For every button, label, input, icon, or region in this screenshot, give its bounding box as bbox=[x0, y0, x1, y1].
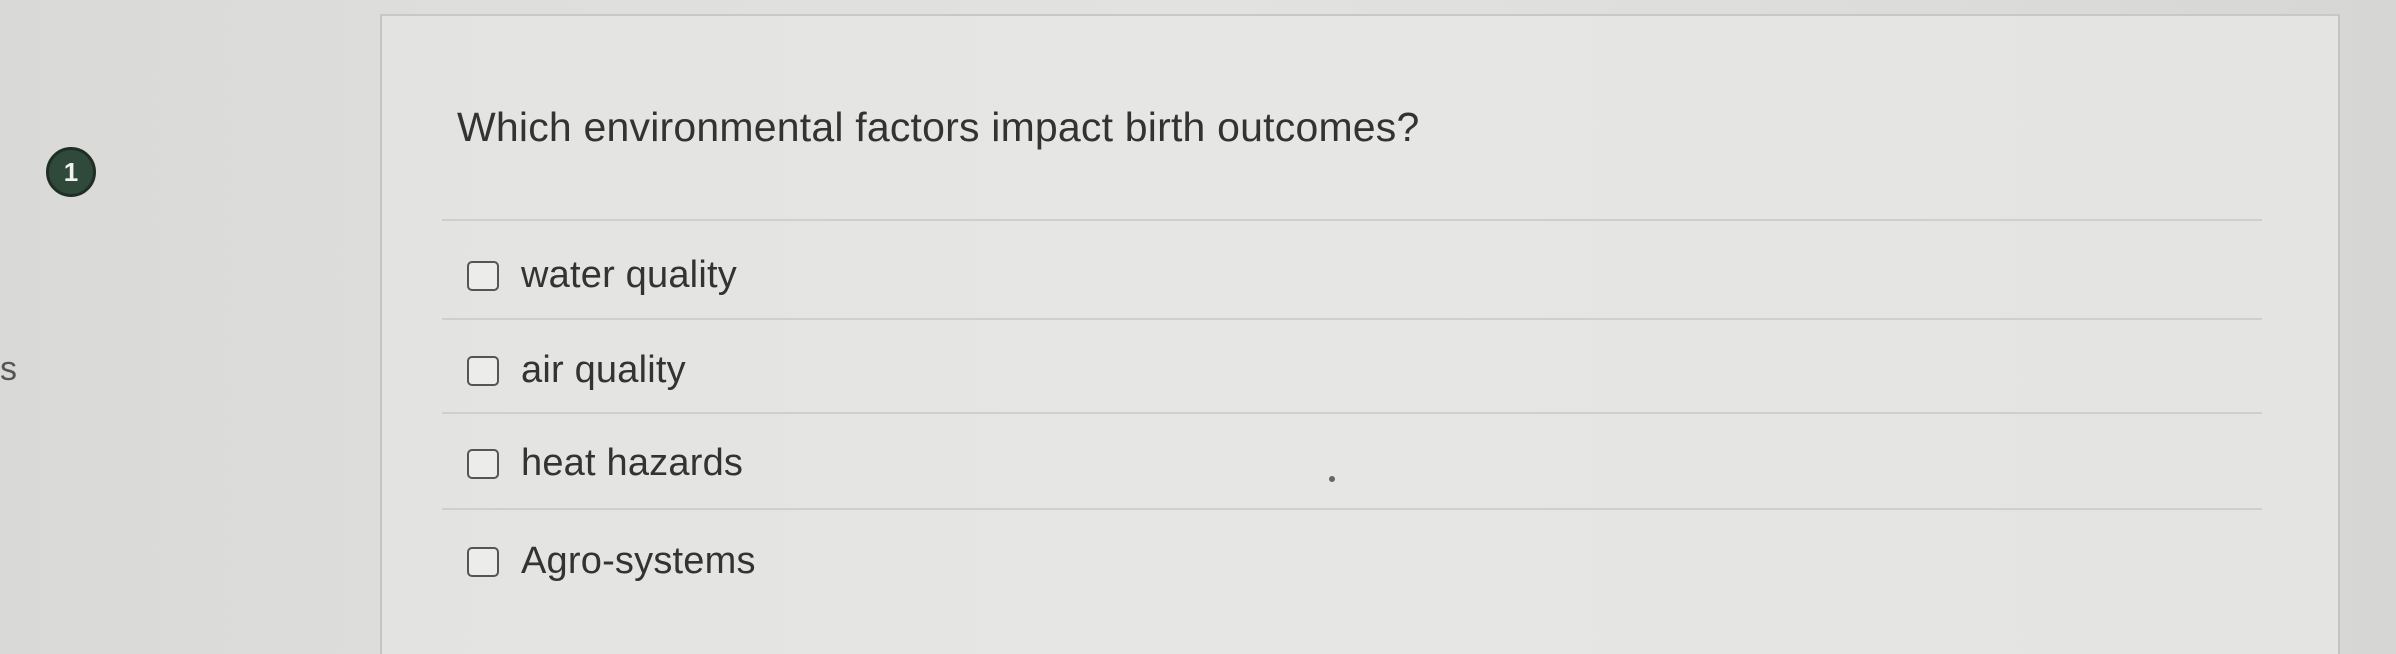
side-letter: s bbox=[0, 350, 17, 388]
option-label-heat-hazards: heat hazards bbox=[521, 442, 744, 484]
option-label-water-quality: water quality bbox=[521, 254, 737, 296]
checkbox-agro-systems[interactable] bbox=[467, 546, 499, 577]
option-divider bbox=[442, 508, 2262, 510]
question-text: Which environmental factors impact birth… bbox=[457, 104, 1420, 150]
option-heat-hazards[interactable]: heat hazards bbox=[467, 442, 743, 485]
option-water-quality[interactable]: water quality bbox=[467, 254, 737, 297]
option-divider bbox=[442, 412, 2262, 414]
option-air-quality[interactable]: air quality bbox=[467, 349, 686, 392]
question-panel: Which environmental factors impact birth… bbox=[380, 14, 2340, 654]
option-divider bbox=[442, 318, 2262, 320]
question-divider bbox=[442, 219, 2262, 221]
checkbox-water-quality[interactable] bbox=[467, 260, 499, 291]
checkbox-heat-hazards[interactable] bbox=[467, 448, 499, 479]
question-number-badge: 1 bbox=[46, 147, 96, 197]
option-label-agro-systems: Agro-systems bbox=[521, 540, 756, 582]
option-label-air-quality: air quality bbox=[521, 349, 686, 391]
checkbox-air-quality[interactable] bbox=[467, 355, 499, 386]
stray-dot bbox=[1329, 476, 1335, 482]
option-agro-systems[interactable]: Agro-systems bbox=[467, 540, 756, 583]
